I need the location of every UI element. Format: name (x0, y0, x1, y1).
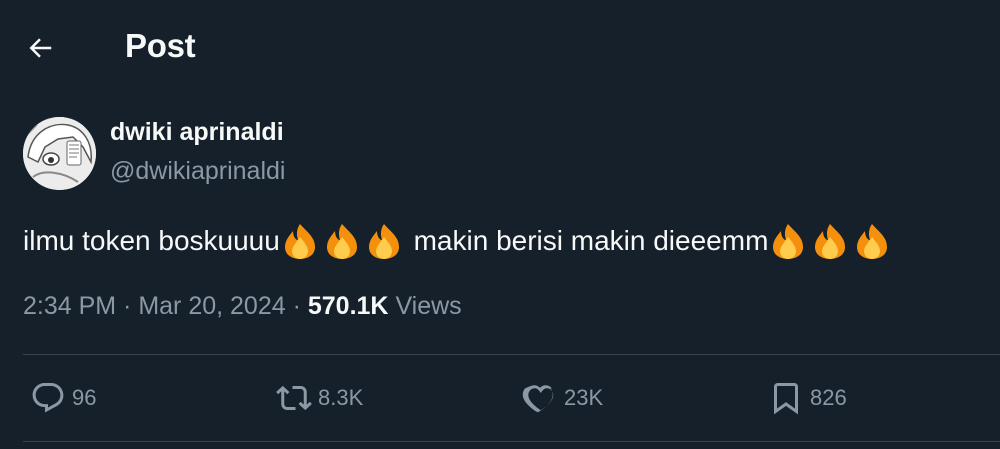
tweet-text: ilmu token boskuuuu makin berisi makin d… (23, 222, 894, 260)
tweet-meta: 2:34 PM · Mar 20, 2024 · 570.1K Views (23, 292, 462, 321)
heart-icon (522, 385, 554, 413)
meta-separator: · (285, 292, 308, 320)
divider (23, 441, 1000, 442)
views-count[interactable]: 570.1K (308, 292, 389, 320)
reply-icon (32, 383, 64, 413)
tweet-date[interactable]: Mar 20, 2024 (138, 292, 285, 320)
repost-button[interactable]: 8.3K (276, 380, 363, 416)
meta-separator: · (116, 292, 139, 320)
bookmark-button[interactable]: 826 (768, 380, 847, 416)
page-title: Post (125, 27, 196, 64)
fire-emoji-icon (768, 222, 808, 260)
repost-count: 8.3K (318, 385, 364, 410)
bookmark-count: 826 (810, 385, 847, 410)
avatar[interactable] (23, 117, 96, 190)
post-header: Post (0, 0, 1000, 95)
author-name[interactable]: dwiki aprinaldi (110, 118, 284, 147)
reply-button[interactable]: 96 (30, 380, 96, 416)
fire-emoji-icon (322, 222, 362, 260)
tweet-text-part2: makin berisi makin dieeemm (405, 225, 769, 256)
fire-emoji-icon (852, 222, 892, 260)
fire-emoji-icon (810, 222, 850, 260)
fire-emoji-icon (280, 222, 320, 260)
views-label: Views (388, 292, 462, 320)
bookmark-icon (774, 383, 798, 415)
author-handle[interactable]: @dwikiaprinaldi (110, 157, 285, 186)
arrow-left-icon (29, 38, 52, 58)
repost-icon (276, 385, 312, 411)
divider (23, 354, 1000, 355)
back-button[interactable] (20, 28, 60, 68)
fire-emoji-icon (364, 222, 404, 260)
like-button[interactable]: 23K (522, 380, 603, 416)
reply-count: 96 (72, 385, 97, 410)
avatar-image (23, 117, 96, 190)
tweet-text-part1: ilmu token boskuuuu (23, 225, 280, 256)
action-bar: 96 8.3K 23K 826 (0, 370, 1000, 428)
like-count: 23K (564, 385, 604, 410)
tweet-time[interactable]: 2:34 PM (23, 292, 116, 320)
